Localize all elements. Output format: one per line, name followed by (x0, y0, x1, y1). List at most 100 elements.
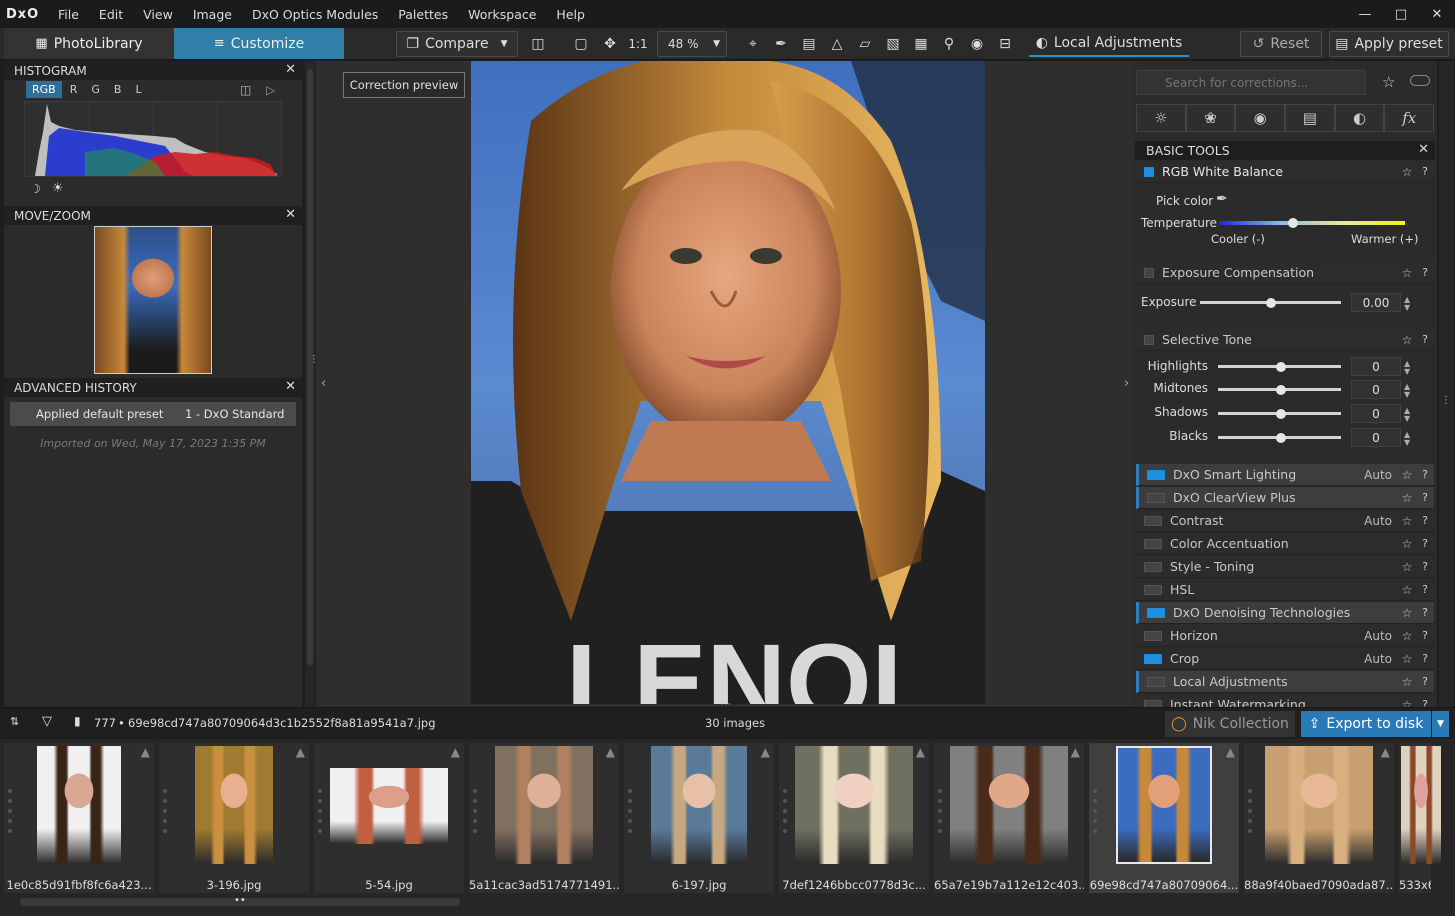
tab-color-icon[interactable]: ❀ (1185, 104, 1236, 132)
help-icon[interactable]: ? (1416, 491, 1434, 504)
histo-tab-g[interactable]: G (85, 81, 106, 98)
highlights-knob[interactable] (1276, 362, 1286, 372)
exposure-field[interactable]: 0.00 (1351, 293, 1401, 312)
menu-file[interactable]: File (48, 7, 89, 22)
temperature-slider[interactable] (1219, 221, 1405, 225)
tab-light-icon[interactable]: ☼ (1136, 104, 1186, 132)
rect-perspective-button[interactable]: ▱ (853, 31, 877, 57)
processing-flag-icon[interactable]: ▲ (1071, 745, 1080, 759)
histo-tab-l[interactable]: L (129, 81, 147, 98)
red-eye-button[interactable]: ◉ (965, 31, 989, 57)
spin-arrows-icon[interactable]: ▲ ▼ (1404, 431, 1410, 447)
rating-dots[interactable] (8, 789, 14, 839)
minimize-button[interactable]: — (1347, 0, 1383, 28)
tool-toggle[interactable] (1144, 584, 1162, 595)
blacks-field[interactable]: 0 (1351, 428, 1401, 447)
monitor-icon[interactable]: ◫ (240, 83, 251, 97)
tool-auto-label[interactable]: Auto (1356, 629, 1392, 643)
tool-row[interactable]: Crop Auto ☆? (1136, 648, 1434, 670)
tool-auto-label[interactable]: Auto (1356, 652, 1392, 666)
crop-tool-button[interactable]: ⌖ (741, 31, 765, 57)
star-icon[interactable]: ☆ (1398, 560, 1416, 574)
rating-dots[interactable] (318, 789, 324, 839)
star-icon[interactable]: ☆ (1398, 675, 1416, 689)
tool-toggle[interactable] (1144, 538, 1162, 549)
filmstrip-thumbnail[interactable]: ▲ 69e98cd747a80709064... (1089, 743, 1239, 893)
tool-row[interactable]: DxO Denoising Technologies ☆? (1136, 602, 1434, 624)
reset-button[interactable]: ↺ Reset (1240, 31, 1322, 57)
star-icon[interactable]: ☆ (1398, 468, 1416, 482)
tool-rgb-white-balance[interactable]: RGB White Balance ☆ ? (1136, 161, 1434, 183)
close-icon[interactable]: ✕ (285, 62, 296, 77)
midtones-field[interactable]: 0 (1351, 380, 1401, 399)
star-icon[interactable]: ☆ (1398, 583, 1416, 597)
help-icon[interactable]: ? (1416, 333, 1434, 346)
tab-local-icon[interactable]: ◐ (1334, 104, 1385, 132)
menu-view[interactable]: View (133, 7, 183, 22)
tool-row[interactable]: Color Accentuation ☆? (1136, 533, 1434, 555)
fit-screen-button[interactable]: ▢ (569, 31, 593, 57)
filmstrip-thumbnail[interactable]: 533x60( (1399, 743, 1441, 893)
processing-flag-icon[interactable]: ▲ (1226, 745, 1235, 759)
histo-tab-b[interactable]: B (108, 81, 128, 98)
moon-icon[interactable]: ☽ (30, 182, 41, 196)
rating-dots[interactable] (628, 789, 634, 839)
help-icon[interactable]: ? (1416, 165, 1434, 178)
processing-flag-icon[interactable]: ▲ (1381, 745, 1390, 759)
tool-row[interactable]: DxO Smart Lighting Auto ☆? (1136, 464, 1434, 486)
star-icon[interactable]: ☆ (1398, 652, 1416, 666)
processing-flag-icon[interactable]: ▲ (451, 745, 460, 759)
correction-preview-button[interactable]: Correction preview (343, 72, 465, 98)
export-dropdown-button[interactable]: ▼ (1432, 711, 1449, 737)
watermark-tool-button[interactable]: ⊟ (993, 31, 1017, 57)
spin-arrows-icon[interactable]: ▲ ▼ (1404, 407, 1410, 423)
help-icon[interactable]: ? (1416, 652, 1434, 665)
temperature-knob[interactable] (1288, 218, 1298, 228)
filter-icon[interactable]: ▽ (42, 714, 52, 729)
eyedropper-icon[interactable]: ✒ (1216, 191, 1228, 207)
help-icon[interactable]: ? (1416, 629, 1434, 642)
tab-customize[interactable]: ≡ Customize (174, 28, 344, 59)
repair-tool-button[interactable]: ⚲ (937, 31, 961, 57)
close-icon[interactable]: ✕ (285, 379, 296, 394)
spin-arrows-icon[interactable]: ▲ ▼ (1404, 360, 1410, 376)
tool-exposure-compensation[interactable]: Exposure Compensation ☆ ? (1136, 262, 1434, 284)
shadows-knob[interactable] (1276, 409, 1286, 419)
left-panel-scrollbar[interactable] (305, 61, 315, 707)
processing-flag-icon[interactable]: ▲ (916, 745, 925, 759)
menu-palettes[interactable]: Palettes (388, 7, 458, 22)
tool-row[interactable]: Contrast Auto ☆? (1136, 510, 1434, 532)
filmstrip-thumbnail[interactable]: ▲ 7def1246bbcc0778d3c... (779, 743, 929, 893)
tool-toggle[interactable] (1144, 630, 1162, 641)
tool-row[interactable]: Style - Toning ☆? (1136, 556, 1434, 578)
menu-image[interactable]: Image (183, 7, 242, 22)
spin-arrows-icon[interactable]: ▲ ▼ (1404, 296, 1410, 312)
close-icon[interactable]: ✕ (1418, 142, 1429, 157)
menu-edit[interactable]: Edit (89, 7, 133, 22)
folder-name[interactable]: 777 (94, 716, 116, 730)
right-grip-icon[interactable]: ⋮ (1441, 395, 1451, 406)
processing-flag-icon[interactable]: ▲ (296, 745, 305, 759)
tool-toggle[interactable] (1144, 267, 1154, 278)
rating-dots[interactable] (1093, 789, 1099, 839)
processing-flag-icon[interactable]: ▲ (606, 745, 615, 759)
help-icon[interactable]: ? (1416, 537, 1434, 550)
filmstrip-thumbnail[interactable]: ▲ 3-196.jpg (159, 743, 309, 893)
spin-arrows-icon[interactable]: ▲ ▼ (1404, 383, 1410, 399)
tool-toggle[interactable] (1144, 334, 1154, 345)
tool-row[interactable]: DxO ClearView Plus ☆? (1136, 487, 1434, 509)
help-icon[interactable]: ? (1416, 583, 1434, 596)
move-tool-button[interactable]: ✥ (598, 31, 622, 57)
tab-effects-icon[interactable]: fx (1384, 104, 1435, 132)
rating-dots[interactable] (163, 789, 169, 839)
right-panel-scrollbar[interactable] (1439, 61, 1454, 707)
rating-dots[interactable] (473, 789, 479, 839)
compare-button[interactable]: ❐ Compare ▼ (396, 31, 518, 57)
perspective-tool-button[interactable]: △ (825, 31, 849, 57)
histo-tab-r[interactable]: R (64, 81, 84, 98)
help-icon[interactable]: ? (1416, 514, 1434, 527)
shadows-field[interactable]: 0 (1351, 404, 1401, 423)
picker-tool-button[interactable]: ✒ (769, 31, 793, 57)
filmstrip-thumbnail[interactable]: ▲ 6-197.jpg (624, 743, 774, 893)
filmstrip-thumbnail[interactable]: ▲ 5a11cac3ad5174771491... (469, 743, 619, 893)
